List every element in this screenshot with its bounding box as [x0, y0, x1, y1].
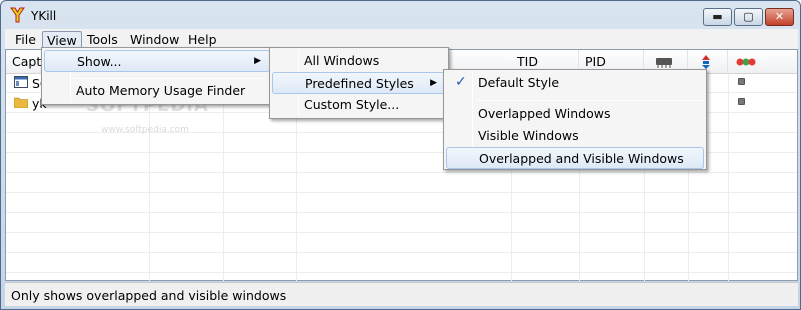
menu-item-overlapped[interactable]: Overlapped Windows [446, 103, 704, 125]
menu-item-label: Show... [77, 54, 122, 69]
show-submenu: All Windows Predefined Styles ▶ Custom S… [269, 47, 449, 119]
menu-item-visible[interactable]: Visible Windows [446, 125, 704, 147]
menu-item-label: Visible Windows [478, 128, 579, 143]
menu-item-default-style[interactable]: ✓ Default Style [446, 72, 704, 94]
maximize-icon: ▢ [743, 10, 754, 23]
grid-line [6, 232, 797, 233]
status-bar: Only shows overlapped and visible window… [5, 282, 798, 306]
memory-chip-icon [656, 58, 672, 68]
menu-bar: File View Tools Window Help [5, 29, 798, 49]
column-tid-label: TID [517, 54, 538, 69]
grid-line [6, 272, 797, 273]
window-controls: ▬ ▢ ✕ [703, 8, 794, 26]
checkmark-icon: ✓ [455, 74, 467, 90]
minimize-button[interactable]: ▬ [703, 8, 732, 26]
close-icon: ✕ [774, 10, 785, 23]
menu-item-custom-style[interactable]: Custom Style... [272, 94, 446, 116]
grid-line [728, 74, 729, 281]
menu-item-show[interactable]: Show... ▶ [44, 50, 270, 72]
grid-line [6, 252, 797, 253]
view-menu: Show... ▶ Auto Memory Usage Finder [41, 47, 273, 105]
menu-item-overlapped-visible[interactable]: Overlapped and Visible Windows [446, 147, 704, 169]
grid-line [6, 172, 797, 173]
menu-separator [74, 78, 266, 79]
menu-item-label: Default Style [478, 75, 560, 90]
menu-item-all-windows[interactable]: All Windows [272, 50, 446, 72]
menu-item-label: Auto Memory Usage Finder [76, 83, 246, 98]
title-bar[interactable]: YKill ▬ ▢ ✕ [1, 1, 800, 30]
menu-item-auto-memory[interactable]: Auto Memory Usage Finder [44, 80, 270, 102]
status-indicator [738, 98, 745, 105]
ykill-logo-icon [10, 7, 25, 23]
watermark-url: www.softpedia.com [101, 125, 189, 135]
column-caption-label: Capt [12, 54, 42, 69]
window-title: YKill [31, 9, 57, 23]
menu-item-predefined-styles[interactable]: Predefined Styles ▶ [272, 72, 446, 94]
submenu-arrow-icon: ▶ [430, 78, 437, 88]
menu-separator [476, 100, 702, 101]
menu-item-label: Custom Style... [304, 97, 400, 112]
maximize-button[interactable]: ▢ [734, 8, 763, 26]
close-button[interactable]: ✕ [765, 8, 794, 26]
status-text: Only shows overlapped and visible window… [11, 288, 287, 303]
minimize-icon: ▬ [712, 10, 723, 23]
menu-item-label: All Windows [304, 53, 380, 68]
folder-icon [14, 97, 28, 108]
priority-icon [702, 55, 710, 69]
grid-line [6, 192, 797, 193]
submenu-arrow-icon: ▶ [254, 56, 261, 66]
grid-line [223, 74, 224, 281]
status-lights-icon [736, 58, 756, 66]
menu-item-label: Overlapped Windows [478, 106, 611, 121]
menu-item-label: Predefined Styles [305, 76, 414, 91]
styles-submenu: ✓ Default Style Overlapped Windows Visib… [443, 69, 707, 170]
menu-item-label: Overlapped and Visible Windows [479, 151, 684, 166]
window-icon [14, 76, 28, 88]
menu-file[interactable]: File [11, 31, 40, 49]
grid-line [6, 212, 797, 213]
status-indicator [738, 78, 745, 85]
column-state[interactable] [728, 50, 797, 74]
column-pid-label: PID [585, 54, 606, 69]
